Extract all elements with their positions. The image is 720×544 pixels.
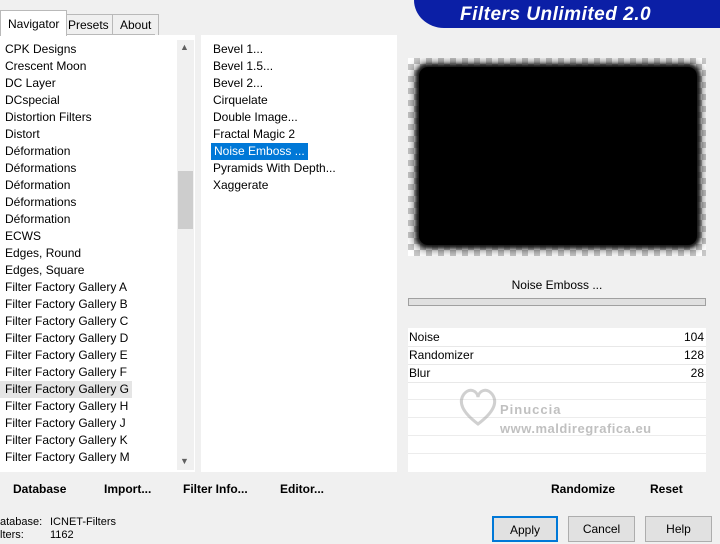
scroll-up-icon[interactable]: ▲ — [180, 42, 189, 52]
preview-image — [408, 58, 706, 256]
category-list[interactable]: CPK Designs Crescent Moon DC Layer DCspecia… — [0, 35, 195, 472]
filters-count-value: 1162 — [50, 529, 74, 541]
filter-item[interactable]: Pyramids With Depth... — [213, 160, 336, 177]
category-item[interactable]: Filter Factory Gallery B — [5, 296, 128, 313]
category-item[interactable]: DC Layer — [5, 75, 56, 92]
filter-item[interactable]: Noise Emboss ... — [211, 143, 308, 160]
param-label: Blur — [409, 366, 431, 380]
param-value[interactable]: 104 — [684, 329, 704, 346]
filter-list[interactable]: Bevel 1... Bevel 1.5... Bevel 2... Cirquela… — [201, 35, 397, 472]
scrollbar-thumb[interactable] — [178, 171, 193, 229]
category-item[interactable]: Déformations — [5, 160, 76, 177]
scroll-down-icon[interactable]: ▼ — [180, 456, 189, 466]
category-item[interactable]: Filter Factory Gallery M — [5, 449, 130, 466]
param-empty-row — [408, 453, 706, 454]
preview-frame — [422, 70, 694, 242]
randomize-button[interactable]: Randomize — [551, 480, 615, 498]
category-item[interactable]: Déformation — [5, 143, 70, 160]
category-scrollbar[interactable]: ▲ ▼ — [177, 40, 194, 470]
category-item[interactable]: Déformation — [5, 211, 70, 228]
filters-count-label: lters: — [0, 529, 24, 541]
category-item[interactable]: Distort — [5, 126, 40, 143]
tab-navigator[interactable]: Navigator — [0, 10, 68, 36]
watermark-name: Pinuccia — [500, 402, 562, 417]
param-row[interactable]: Randomizer 128 — [408, 347, 706, 365]
filter-item[interactable]: Xaggerate — [213, 177, 268, 194]
param-label: Randomizer — [409, 348, 474, 362]
param-row[interactable]: Noise 104 — [408, 329, 706, 347]
reset-button[interactable]: Reset — [650, 480, 683, 498]
category-item[interactable]: Filter Factory Gallery F — [5, 364, 127, 381]
filter-item[interactable]: Bevel 1... — [213, 41, 263, 58]
banner-title: Filters Unlimited 2.0 — [460, 4, 652, 25]
filter-item[interactable]: Bevel 1.5... — [213, 58, 273, 75]
category-item[interactable]: Déformation — [5, 177, 70, 194]
filter-item[interactable]: Bevel 2... — [213, 75, 263, 92]
category-item[interactable]: Déformations — [5, 194, 76, 211]
tab-presets[interactable]: Presets — [60, 14, 117, 35]
watermark-url: www.maldiregrafica.eu — [500, 421, 652, 436]
category-item[interactable]: Filter Factory Gallery C — [5, 313, 128, 330]
category-item[interactable]: Filter Factory Gallery A — [5, 279, 127, 296]
database-status-value: ICNET-Filters — [50, 516, 116, 528]
tab-about[interactable]: About — [112, 14, 160, 35]
category-item[interactable]: Filter Factory Gallery D — [5, 330, 128, 347]
filter-item[interactable]: Cirquelate — [213, 92, 268, 109]
editor-button[interactable]: Editor... — [280, 480, 324, 498]
param-value[interactable]: 28 — [691, 365, 704, 382]
category-item[interactable]: ECWS — [5, 228, 41, 245]
import-button[interactable]: Import... — [104, 480, 151, 498]
filter-item[interactable]: Double Image... — [213, 109, 298, 126]
param-label: Noise — [409, 330, 440, 344]
category-item[interactable]: Crescent Moon — [5, 58, 86, 75]
help-button[interactable]: Help — [645, 516, 712, 542]
apply-button[interactable]: Apply — [492, 516, 558, 542]
category-item[interactable]: Filter Factory Gallery H — [5, 398, 128, 415]
database-button[interactable]: Database — [13, 480, 66, 498]
category-item[interactable]: Distortion Filters — [5, 109, 92, 126]
database-status-label: atabase: — [0, 516, 43, 528]
param-value[interactable]: 128 — [684, 347, 704, 364]
category-item[interactable]: Edges, Round — [5, 245, 81, 262]
filter-item[interactable]: Fractal Magic 2 — [213, 126, 295, 143]
category-item[interactable]: Edges, Square — [5, 262, 84, 279]
category-item[interactable]: Filter Factory Gallery G — [0, 381, 133, 398]
cancel-button[interactable]: Cancel — [568, 516, 635, 542]
category-item[interactable]: DCspecial — [5, 92, 60, 109]
category-item[interactable]: Filter Factory Gallery K — [5, 432, 128, 449]
filter-info-button[interactable]: Filter Info... — [183, 480, 248, 498]
category-item[interactable]: CPK Designs — [5, 41, 76, 58]
category-item[interactable]: Filter Factory Gallery E — [5, 347, 128, 364]
filter-name-separator — [408, 298, 706, 306]
watermark-logo-icon — [459, 388, 497, 426]
filter-name-label: Noise Emboss ... — [511, 278, 603, 292]
category-item[interactable]: Filter Factory Gallery J — [5, 415, 126, 432]
